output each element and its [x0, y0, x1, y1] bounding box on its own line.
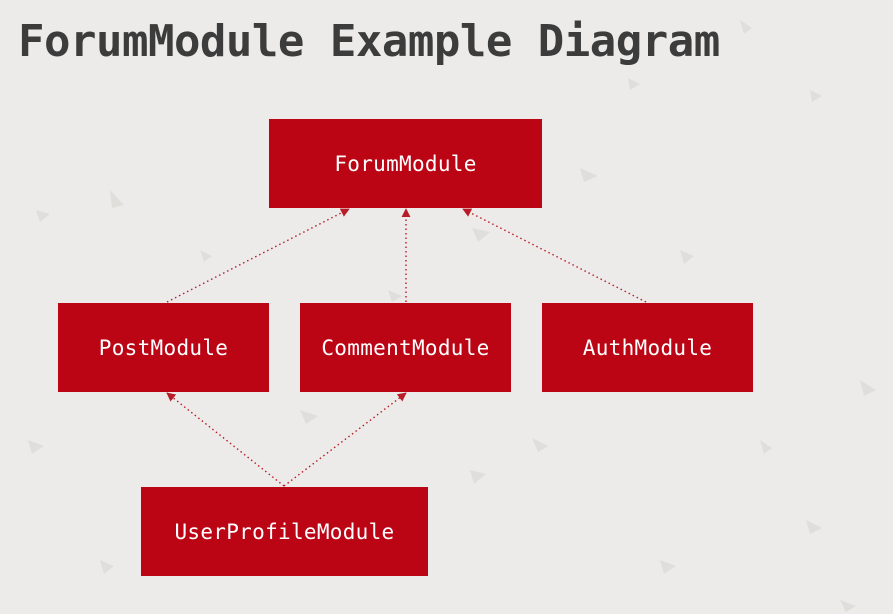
- node-label: AuthModule: [582, 335, 713, 360]
- node-label: CommentModule: [321, 335, 490, 360]
- node-label: PostModule: [98, 335, 229, 360]
- node-comment-module: CommentModule: [300, 303, 511, 392]
- edge-user-to-comment: [283, 392, 407, 487]
- node-user-profile-module: UserProfileModule: [141, 487, 428, 576]
- node-post-module: PostModule: [58, 303, 269, 392]
- node-auth-module: AuthModule: [542, 303, 753, 392]
- node-forum-module: ForumModule: [269, 119, 542, 208]
- node-label: UserProfileModule: [174, 519, 395, 544]
- edge-post-to-forum: [166, 208, 350, 303]
- node-label: ForumModule: [334, 151, 477, 176]
- edge-auth-to-forum: [462, 208, 647, 303]
- edge-user-to-post: [166, 392, 285, 487]
